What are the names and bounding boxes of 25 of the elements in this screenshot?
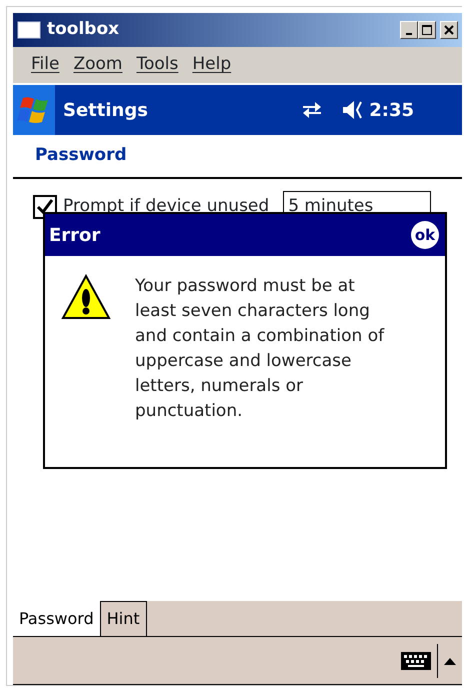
up-arrow-icon[interactable] (444, 656, 456, 664)
minimize-button[interactable] (400, 21, 418, 39)
maximize-button[interactable] (418, 21, 436, 39)
title: Settings (63, 98, 148, 122)
window-icon (17, 21, 41, 39)
checkbox-label: Prompt if device unused (63, 195, 270, 218)
menu-item[interactable]: File (31, 52, 60, 78)
warning-icon (61, 274, 111, 320)
start-flag-icon[interactable] (17, 95, 51, 125)
dialog-title: Error (49, 224, 100, 248)
ok-button[interactable]: ok (411, 221, 439, 249)
error-message: Your password must be at least seven characters long and contain a combination of uppercase and lowercase letters, numerals or punctuation. (135, 275, 386, 423)
close-icon (444, 25, 454, 35)
minimize-icon (406, 33, 412, 35)
menu-item[interactable]: Zoom (73, 52, 122, 78)
tab[interactable]: Hint (100, 601, 147, 636)
tab[interactable]: Password (13, 601, 101, 636)
menu-item[interactable]: Tools (136, 52, 178, 78)
menu-item[interactable]: Help (192, 52, 232, 78)
window-title: toolbox (47, 18, 120, 42)
close-button[interactable] (440, 21, 458, 39)
maximize-icon (422, 25, 432, 35)
clock[interactable]: 2:35 (369, 96, 414, 124)
page-title: Password (35, 144, 127, 168)
keyboard-icon[interactable] (401, 650, 431, 670)
